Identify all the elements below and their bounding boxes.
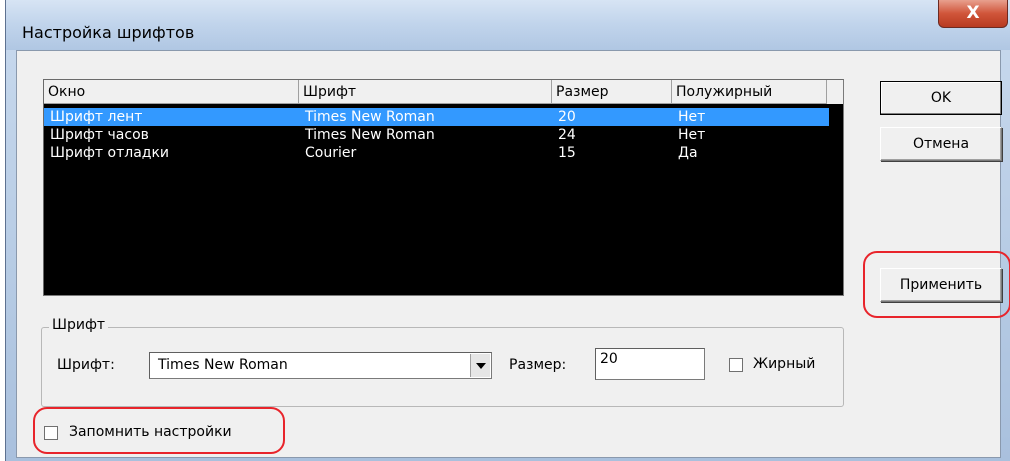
size-input[interactable]: 20 bbox=[595, 348, 705, 380]
list-row[interactable]: Шрифт отладки Courier 15 Да bbox=[44, 144, 843, 162]
cell-window: Шрифт лент bbox=[50, 109, 143, 125]
window-title: Настройка шрифтов bbox=[22, 23, 195, 42]
dialog-client-area: Окно Шрифт Размер Полужирный Шрифт лент … bbox=[16, 50, 1010, 458]
bold-checkbox-label[interactable]: Жирный bbox=[753, 356, 815, 372]
title-bar[interactable]: Настройка шрифтов X bbox=[6, 0, 1010, 50]
close-icon: X bbox=[966, 3, 980, 23]
font-combobox[interactable]: Times New Roman bbox=[149, 352, 492, 379]
cell-size: 20 bbox=[558, 109, 576, 125]
font-label: Шрифт: bbox=[57, 357, 115, 373]
cell-font: Times New Roman bbox=[305, 127, 435, 143]
dialog-window: Настройка шрифтов X Окно Шрифт Размер По… bbox=[5, 0, 1010, 461]
cell-window: Шрифт отладки bbox=[50, 145, 170, 161]
cancel-button[interactable]: Отмена bbox=[880, 127, 1002, 161]
size-label: Размер: bbox=[509, 357, 567, 373]
column-header-window[interactable]: Окно bbox=[44, 80, 299, 104]
column-header-size[interactable]: Размер bbox=[552, 80, 672, 104]
font-group-label: Шрифт bbox=[49, 317, 109, 333]
font-combobox-value: Times New Roman bbox=[158, 357, 288, 373]
cell-bold: Нет bbox=[678, 109, 706, 125]
list-row[interactable]: Шрифт часов Times New Roman 24 Нет bbox=[44, 126, 843, 144]
list-row[interactable]: Шрифт лент Times New Roman 20 Нет bbox=[44, 108, 829, 126]
cell-size: 15 bbox=[558, 145, 576, 161]
highlight-ring-apply bbox=[863, 251, 1010, 318]
column-header-font[interactable]: Шрифт bbox=[299, 80, 552, 104]
cell-size: 24 bbox=[558, 127, 576, 143]
bold-checkbox[interactable] bbox=[729, 358, 743, 372]
cell-bold: Нет bbox=[678, 127, 706, 143]
ok-button[interactable]: OK bbox=[880, 81, 1002, 115]
list-header: Окно Шрифт Размер Полужирный bbox=[44, 80, 843, 104]
column-header-bold[interactable]: Полужирный bbox=[672, 80, 827, 104]
close-button[interactable]: X bbox=[938, 0, 1008, 28]
chevron-down-icon[interactable] bbox=[470, 354, 490, 377]
highlight-ring-remember bbox=[33, 407, 285, 454]
cell-window: Шрифт часов bbox=[50, 127, 149, 143]
cell-font: Times New Roman bbox=[305, 109, 435, 125]
font-list[interactable]: Окно Шрифт Размер Полужирный Шрифт лент … bbox=[43, 79, 844, 296]
size-input-value: 20 bbox=[600, 351, 618, 367]
cell-bold: Да bbox=[678, 145, 698, 161]
cell-font: Courier bbox=[305, 145, 357, 161]
